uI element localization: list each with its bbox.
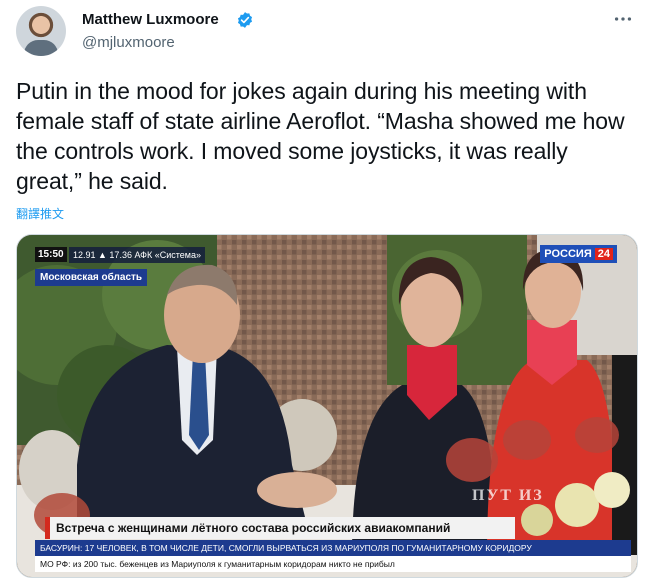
author-name[interactable]: Matthew Luxmoore <box>82 11 219 28</box>
news-crawl-bottom: МО РФ: из 200 тыс. беженцев из Мариуполя… <box>35 556 631 572</box>
channel-logo: РОССИЯ 24 <box>540 245 617 263</box>
verified-badge-icon <box>237 12 253 28</box>
watermark: ПУТ ИЗ <box>472 487 544 504</box>
region-label: Московская область <box>35 269 148 286</box>
tweet-text: Putin in the mood for jokes again during… <box>16 78 625 194</box>
channel-number: 24 <box>594 248 613 260</box>
author-handle[interactable]: @mjluxmoore <box>82 34 175 51</box>
tweet-media-image[interactable]: 15:50 12.91 ▲ 17.36 АФК «Система» Москов… <box>16 234 638 578</box>
broadcast-time: 15:50 <box>35 247 67 262</box>
news-crawl-top: БАСУРИН: 17 ЧЕЛОВЕК, В ТОМ ЧИСЛЕ ДЕТИ, С… <box>35 540 631 556</box>
channel-name: РОССИЯ <box>544 248 592 260</box>
translate-tweet-link[interactable]: 翻譯推文 <box>16 205 64 222</box>
market-ticker: 12.91 ▲ 17.36 АФК «Система» <box>69 247 205 263</box>
more-options-icon[interactable] <box>612 8 634 30</box>
author-avatar[interactable] <box>16 6 66 56</box>
broadcast-headline: Встреча с женщинами лётного состава росс… <box>45 517 515 539</box>
